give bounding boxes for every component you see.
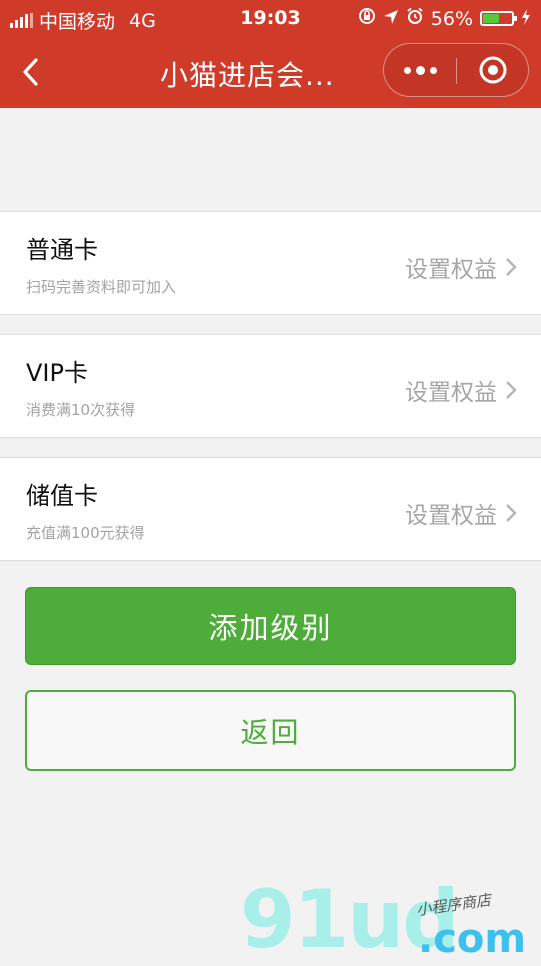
page-title: 小猫进店会... (160, 59, 335, 92)
card-item-vip[interactable]: VIP卡 消费满10次获得 设置权益 (0, 334, 541, 438)
return-button[interactable]: 返回 (25, 690, 516, 771)
set-benefits-label: 设置权益 (405, 503, 497, 529)
chevron-left-icon (23, 58, 38, 86)
card-name: 储值卡 (26, 482, 98, 510)
battery-fill (483, 14, 499, 23)
chevron-right-icon (506, 504, 517, 522)
charging-icon (521, 8, 531, 30)
watermark-domain: .com (418, 916, 527, 962)
card-name: VIP卡 (26, 359, 88, 387)
location-icon (383, 8, 399, 30)
card-item-regular[interactable]: 普通卡 扫码完善资料即可加入 设置权益 (0, 211, 541, 315)
set-benefits-link[interactable]: 设置权益 (405, 250, 517, 284)
set-benefits-link[interactable]: 设置权益 (405, 373, 517, 407)
chevron-right-icon (506, 381, 517, 399)
card-desc: 充值满100元获得 (26, 524, 145, 542)
target-icon (479, 56, 507, 84)
close-miniprogram-button[interactable] (457, 44, 529, 96)
status-bar: 中国移动 4G 19:03 56% (0, 0, 541, 36)
card-item-stored-value[interactable]: 储值卡 充值满100元获得 设置权益 (0, 457, 541, 561)
card-desc: 消费满10次获得 (26, 401, 136, 419)
back-button[interactable] (10, 48, 50, 96)
more-button[interactable] (384, 44, 456, 96)
card-desc: 扫码完善资料即可加入 (26, 278, 177, 296)
set-benefits-link[interactable]: 设置权益 (405, 496, 517, 530)
set-benefits-label: 设置权益 (405, 380, 497, 406)
alarm-icon (406, 7, 424, 30)
add-level-button[interactable]: 添加级别 (25, 587, 516, 665)
status-right: 56% (358, 7, 531, 30)
watermark: 91ud 小程序商店 .com (240, 880, 540, 963)
set-benefits-label: 设置权益 (405, 257, 497, 283)
chevron-right-icon (506, 258, 517, 276)
navigation-bar: 小猫进店会... (0, 36, 541, 108)
orientation-lock-icon (358, 7, 376, 30)
battery-percent: 56% (430, 7, 473, 30)
battery-icon (480, 11, 517, 26)
capsule-menu (383, 43, 529, 97)
card-name: 普通卡 (26, 236, 98, 264)
